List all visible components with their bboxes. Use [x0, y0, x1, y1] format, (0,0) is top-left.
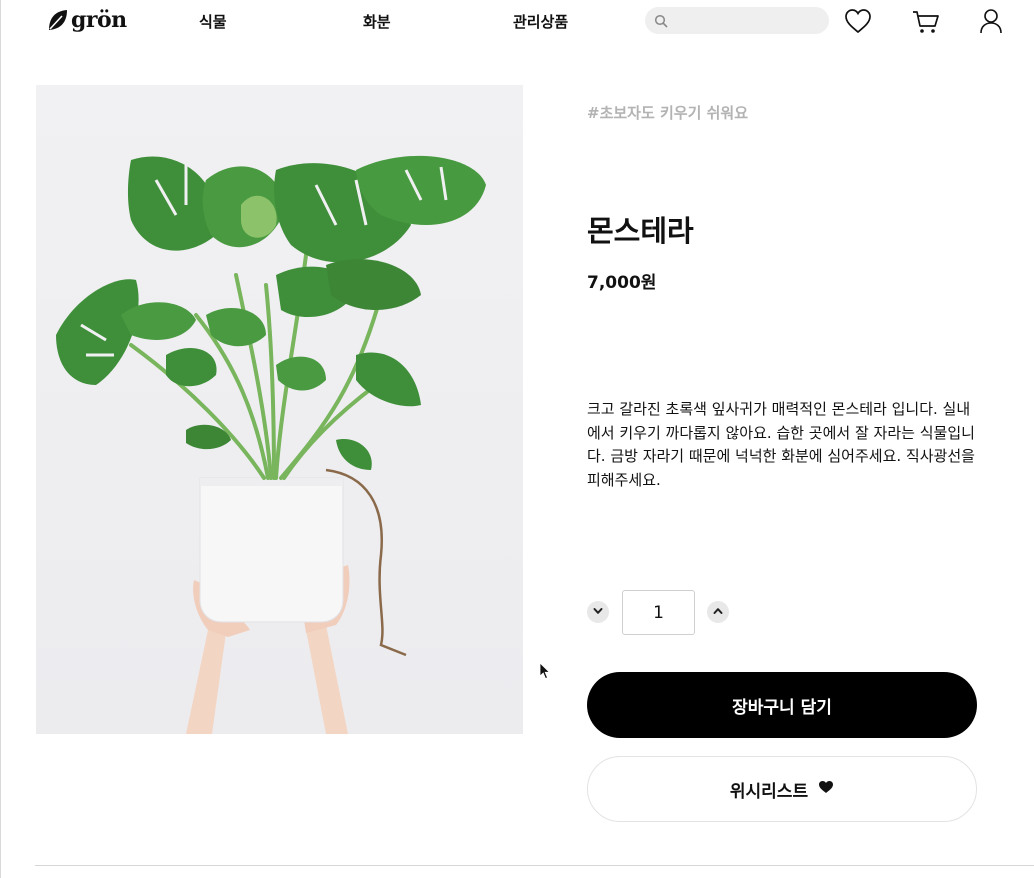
product-image: [36, 85, 523, 734]
site-header: grön 식물 화분 관리상품: [1, 0, 1034, 44]
chevron-down-icon: [592, 605, 604, 620]
quantity-decrease-button[interactable]: [587, 601, 609, 623]
product-detail-page: grön 식물 화분 관리상품 #초보자도 키우기 쉬워요 몬스테라 7,000…: [0, 0, 1034, 878]
cart-icon[interactable]: [911, 7, 941, 41]
user-icon[interactable]: [978, 7, 1004, 39]
search-input[interactable]: [673, 11, 823, 30]
wishlist-button[interactable]: 위시리스트: [587, 756, 977, 822]
leaf-logo-icon: [47, 8, 69, 32]
product-name: 몬스테라: [587, 214, 694, 248]
heart-icon[interactable]: [843, 7, 873, 39]
product-tag: #초보자도 키우기 쉬워요: [587, 104, 749, 122]
mouse-cursor-icon: [539, 662, 551, 684]
search-icon: [654, 13, 668, 32]
chevron-up-icon: [712, 605, 724, 620]
product-description: 크고 갈라진 초록색 잎사귀가 매력적인 몬스테라 입니다. 실내에서 키우기 …: [587, 400, 975, 489]
product-price: 7,000원: [587, 273, 657, 293]
logo-text: grön: [71, 7, 127, 33]
divider: [35, 865, 1034, 866]
quantity-increase-button[interactable]: [707, 601, 729, 623]
search-bar[interactable]: [645, 7, 829, 34]
quantity-input[interactable]: [622, 590, 695, 635]
heart-filled-icon: [818, 779, 834, 799]
nav-pots[interactable]: 화분: [363, 11, 391, 32]
wishlist-label: 위시리스트: [729, 781, 809, 802]
nav-supplies[interactable]: 관리상품: [513, 11, 568, 32]
nav-plants[interactable]: 식물: [199, 11, 227, 32]
add-to-cart-button[interactable]: 장바구니 담기: [587, 672, 977, 738]
logo[interactable]: grön: [47, 6, 127, 34]
